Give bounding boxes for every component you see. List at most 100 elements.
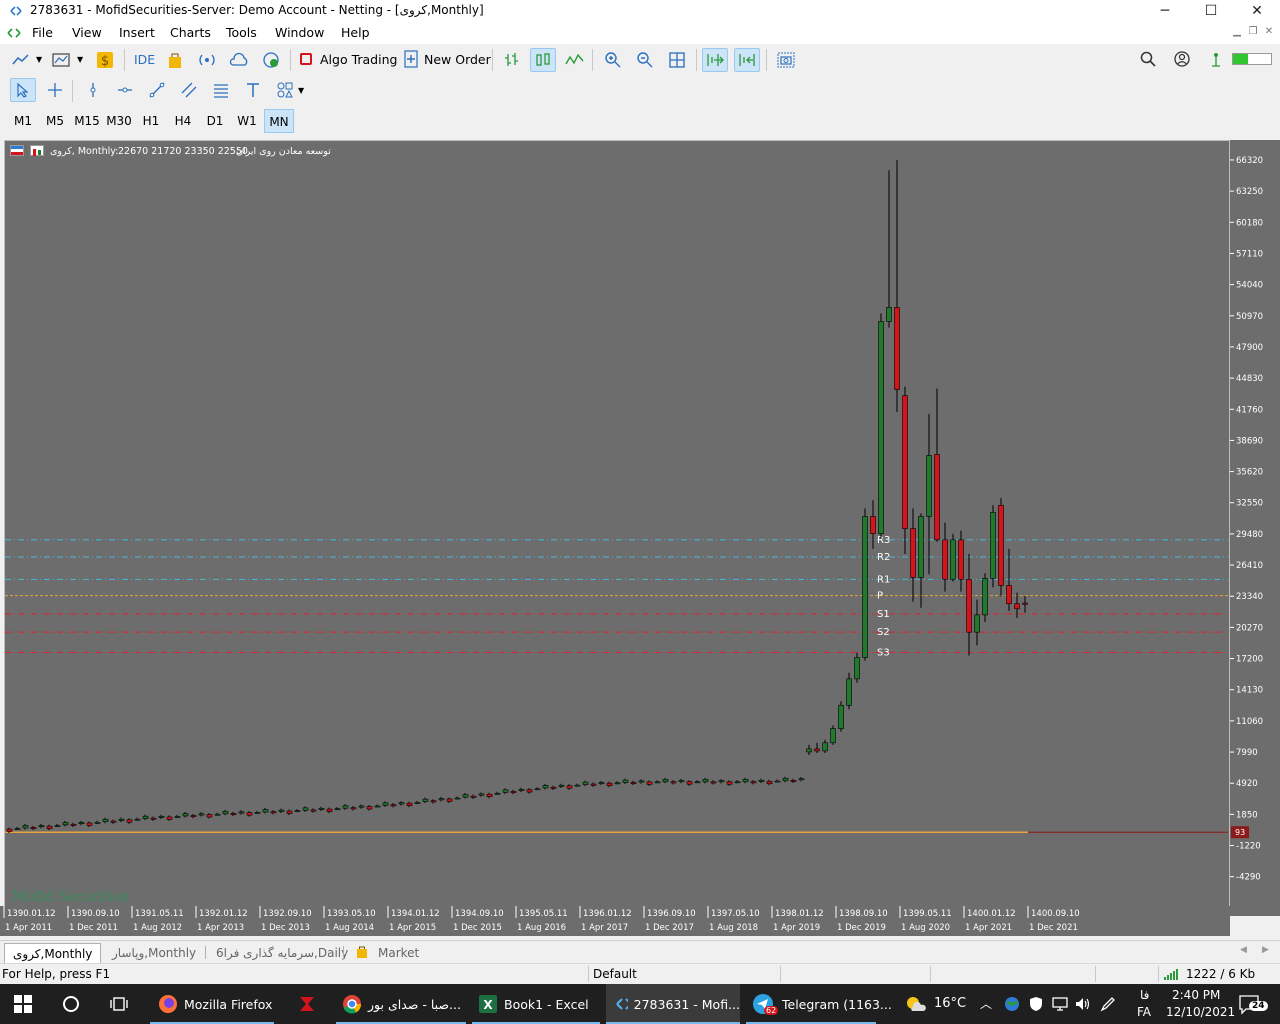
candle (942, 539, 948, 580)
connection-bars-icon (1164, 968, 1180, 983)
candle (422, 798, 429, 802)
candle (374, 805, 381, 808)
x-tick-label-persian: 1397.05.10 (711, 909, 760, 919)
candle (518, 788, 525, 791)
svg-text:X: X (483, 998, 493, 1012)
candle (918, 516, 924, 578)
candle (1006, 585, 1012, 605)
x-tick-label-persian: 1394.01.12 (391, 909, 440, 919)
candle (526, 789, 533, 793)
candle (758, 779, 765, 782)
x-tick-label-persian: 1392.09.10 (263, 909, 312, 919)
candle (934, 454, 940, 541)
candle (638, 780, 645, 783)
weather-icon[interactable] (904, 994, 926, 1017)
x-tick-label-gregorian: 1 Dec 2013 (261, 923, 310, 933)
candle (438, 798, 445, 801)
candle (30, 827, 37, 829)
candle (246, 812, 253, 816)
x-tick-label-persian: 1400.09.10 (1031, 909, 1080, 919)
candle (582, 781, 589, 785)
candle (958, 539, 964, 580)
windows-start-icon[interactable] (14, 995, 32, 1016)
candle (302, 807, 309, 811)
taskbar-telegram-label: Telegram (1163... (782, 996, 892, 1012)
candle (846, 678, 852, 706)
taskbar-chrome[interactable]: صبا - صدای بور... (336, 984, 466, 1024)
candle (1022, 602, 1028, 605)
x-tick-label-gregorian: 1 Aug 2014 (325, 923, 374, 933)
y-tick-label: 60180 (1236, 218, 1263, 228)
weather-temperature[interactable]: 16°C (934, 996, 966, 1011)
cortana-search-icon[interactable] (62, 995, 80, 1016)
taskbar-app-red[interactable] (284, 984, 330, 1024)
candle (358, 805, 365, 808)
candle (838, 704, 844, 729)
clock-date[interactable]: 12/10/2021 (1166, 1005, 1235, 1019)
x-tick-label-persian: 1396.09.10 (647, 909, 696, 919)
tray-volume-icon[interactable] (1074, 996, 1092, 1015)
tabs-scroll-left-icon[interactable]: ◀ (1240, 945, 1247, 955)
taskbar-excel[interactable]: X Book1 - Excel (472, 984, 600, 1024)
taskbar-telegram[interactable]: 62 Telegram (1163... (746, 984, 892, 1024)
candle (118, 818, 125, 821)
candle (606, 782, 613, 786)
candle (710, 781, 717, 784)
y-tick-label: 47900 (1236, 343, 1263, 353)
candle (830, 728, 836, 744)
taskbar-firefox[interactable]: Mozilla Firefox (150, 984, 274, 1024)
chart-flag-icon (10, 145, 24, 156)
candle (22, 825, 29, 829)
candle (166, 816, 173, 820)
tabs-scroll-right-icon[interactable]: ▶ (1262, 945, 1269, 955)
tray-shield-icon[interactable] (1028, 996, 1044, 1015)
chart-type-icon (30, 145, 44, 156)
x-tick-label-gregorian: 1 Apr 2017 (581, 923, 628, 933)
candle (910, 528, 916, 578)
candle (158, 815, 165, 818)
status-divider (1095, 966, 1096, 982)
input-language-bottom[interactable]: FA (1137, 1005, 1151, 1019)
taskbar-metatrader-label: 2783631 - Mofi... (633, 996, 740, 1012)
tab-chart-2[interactable]: وپاسار,Monthly (112, 943, 196, 963)
tab-market[interactable]: Market (378, 943, 419, 963)
clock-time[interactable]: 2:40 PM (1172, 988, 1220, 1002)
tray-network-icon[interactable] (1052, 996, 1068, 1015)
taskbar-metatrader[interactable]: 2783631 - Mofi... (606, 984, 740, 1024)
candle (126, 819, 133, 823)
tray-chevron-up-icon[interactable]: ︿ (980, 995, 992, 1012)
input-language-top[interactable]: فا (1140, 988, 1149, 1002)
candle (382, 802, 389, 806)
y-tick-label: -1220 (1236, 842, 1261, 852)
x-tick-label-gregorian: 1 Apr 2013 (197, 923, 244, 933)
candle (854, 657, 860, 680)
y-tick-label: 1850 (1236, 810, 1258, 820)
tab-chart-1[interactable]: کروی,Monthly (4, 943, 102, 963)
current-price-label: 93 (1235, 828, 1245, 837)
candle (718, 780, 725, 783)
candle (926, 455, 932, 517)
candle (654, 781, 661, 784)
x-tick-label-gregorian: 1 Dec 2017 (645, 923, 694, 933)
tab-chart-3[interactable]: سرمایه گذاری فرا6,Daily (216, 943, 348, 963)
candle (702, 779, 709, 783)
task-view-icon[interactable] (110, 995, 128, 1016)
candle (54, 825, 61, 827)
candle (142, 815, 149, 819)
candle (726, 781, 733, 785)
candle (406, 802, 413, 806)
x-tick-label-persian: 1390.09.10 (71, 909, 120, 919)
candle (334, 808, 341, 810)
candle (198, 813, 205, 816)
taskbar-excel-label: Book1 - Excel (504, 996, 589, 1012)
y-tick-label: 23340 (1236, 592, 1263, 602)
tray-globe-icon[interactable] (1004, 996, 1020, 1015)
candle (510, 791, 517, 793)
y-tick-label: -4290 (1236, 873, 1261, 883)
candle (742, 779, 749, 783)
x-tick-label-gregorian: 1 Apr 2021 (965, 923, 1012, 933)
candle (990, 512, 996, 579)
candle (486, 793, 493, 797)
x-tick-label-persian: 1398.09.10 (839, 909, 888, 919)
tray-pen-icon[interactable] (1100, 996, 1116, 1015)
